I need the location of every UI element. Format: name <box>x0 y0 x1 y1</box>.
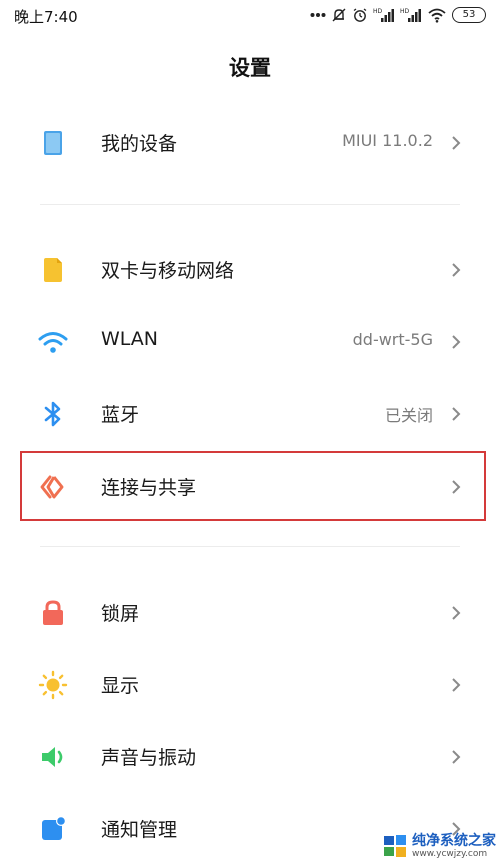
settings-item-label: 蓝牙 <box>101 404 140 426</box>
settings-item-value: MIUI 11.0.2 <box>342 131 433 150</box>
status-bar: 晚上7:40 HD HD 53 <box>0 0 500 32</box>
chevron-right-icon <box>452 678 461 692</box>
settings-item-label: 我的设备 <box>101 133 178 155</box>
more-dots-icon <box>310 13 326 17</box>
notification-icon <box>38 814 68 844</box>
settings-item-my-device[interactable]: 我的设备 MIUI 11.0.2 <box>0 110 500 174</box>
signal-hd-icon: HD <box>400 8 421 22</box>
settings-item-sim[interactable]: 双卡与移动网络 <box>0 237 500 301</box>
chevron-right-icon <box>452 606 461 620</box>
lock-icon <box>38 598 68 628</box>
chevron-right-icon <box>452 750 461 764</box>
watermark-name: 纯净系统之家 <box>412 832 496 849</box>
divider <box>40 546 460 547</box>
settings-item-label: 双卡与移动网络 <box>101 260 235 282</box>
alarm-icon <box>353 8 367 22</box>
svg-text:HD: HD <box>373 8 383 15</box>
settings-item-bluetooth[interactable]: 蓝牙 已关闭 <box>0 381 500 445</box>
svg-text:HD: HD <box>400 8 410 15</box>
wifi-icon <box>428 8 446 23</box>
wifi-icon <box>38 327 68 357</box>
settings-item-lock-screen[interactable]: 锁屏 <box>0 580 500 644</box>
page-title: 设置 <box>229 56 271 80</box>
bluetooth-icon <box>38 399 68 429</box>
chevron-right-icon <box>452 335 461 349</box>
battery-indicator: 53 <box>452 7 486 23</box>
chevron-right-icon <box>452 263 461 277</box>
settings-item-sound[interactable]: 声音与振动 <box>0 724 500 788</box>
chevron-right-icon <box>452 407 461 421</box>
settings-item-wlan[interactable]: WLAN dd-wrt-5G <box>0 309 500 373</box>
status-time: 晚上7:40 <box>14 8 78 26</box>
settings-item-label: WLAN <box>101 328 159 350</box>
settings-item-value: 已关闭 <box>384 406 433 425</box>
windows-logo-icon <box>384 835 406 857</box>
alarm-off-icon <box>332 8 346 22</box>
chevron-right-icon <box>452 136 461 150</box>
device-icon <box>38 128 68 158</box>
watermark: 纯净系统之家 www.ycwjzy.com <box>382 830 496 862</box>
settings-item-label: 声音与振动 <box>101 747 197 769</box>
watermark-url: www.ycwjzy.com <box>412 848 488 859</box>
status-icons: HD HD 53 <box>310 5 486 25</box>
sun-icon <box>38 670 68 700</box>
settings-item-label: 显示 <box>101 675 140 697</box>
speaker-icon <box>38 742 68 772</box>
signal-hd-icon: HD <box>373 8 394 22</box>
settings-item-label: 通知管理 <box>101 819 178 841</box>
settings-item-label: 锁屏 <box>101 603 140 625</box>
sim-card-icon <box>38 255 68 285</box>
divider <box>40 204 460 205</box>
settings-item-display[interactable]: 显示 <box>0 652 500 716</box>
settings-item-value: dd-wrt-5G <box>352 330 433 349</box>
highlight-box <box>20 451 486 521</box>
